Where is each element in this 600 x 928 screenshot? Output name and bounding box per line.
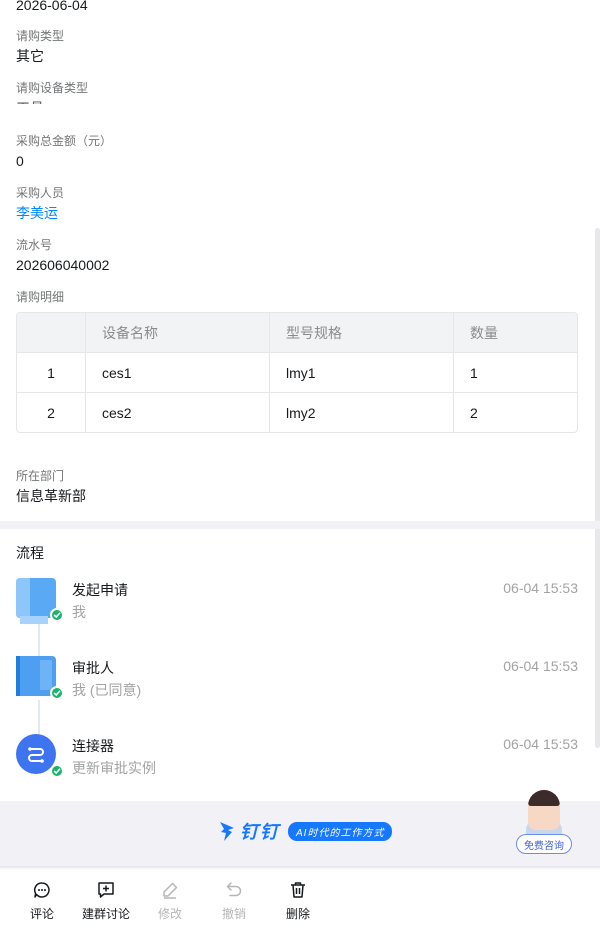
row-device-name: ces1 [85,353,269,392]
department-value: 信息革新部 [16,488,86,504]
table-row: 1 ces1 lmy1 1 [17,352,577,392]
flow-node-time: 06-04 15:53 [503,736,578,752]
device-type-field: 请购设备类型 工具 [16,80,88,104]
check-icon [50,764,64,778]
total-amount-value: 0 [16,153,24,169]
group-chat-button[interactable]: 建群讨论 [76,881,136,922]
flow-connector [38,700,40,734]
comment-label: 评论 [29,907,54,921]
flow-node-time: 06-04 15:53 [503,580,578,596]
serial-no-label: 流水号 [16,238,53,252]
serial-no-value: 202606040002 [16,257,110,273]
flow-node-connector: 连接器 更新审批实例 06-04 15:53 [16,734,578,778]
department-label: 所在部门 [16,469,65,483]
row-device-name: ces2 [85,393,269,432]
flow-node-title: 连接器 [72,738,114,754]
flow-node-initiate: 发起申请 我 06-04 15:53 [16,578,578,624]
flow-title: 流程 [16,545,44,561]
check-icon [50,686,64,700]
undo-label: 撤销 [221,907,246,921]
delete-label: 删除 [285,907,310,921]
table-row: 2 ces2 lmy2 2 [17,392,577,432]
check-icon [50,608,64,622]
flow-node-time: 06-04 15:53 [503,658,578,674]
device-type-label: 请购设备类型 [16,81,89,95]
detail-label: 请购明细 [16,290,65,304]
brand-name: 钉钉 [240,822,280,842]
flow-node-subtitle: 我 [72,604,86,620]
flow-node-subtitle: 更新审批实例 [72,760,156,776]
group-chat-label: 建群讨论 [81,907,130,921]
serial-no-field: 流水号 202606040002 [16,237,109,275]
purchaser-label: 采购人员 [16,186,65,200]
detail-label-field: 请购明细 [16,289,64,305]
detail-table: 设备名称 型号规格 数量 1 ces1 lmy1 1 2 ces2 lmy2 2 [16,312,578,433]
header-index [17,313,85,352]
flow-node-subtitle: 我 (已同意) [72,682,142,698]
total-amount-field: 采购总金额（元） 0 [16,133,112,171]
edit-icon [163,882,178,899]
row-index: 2 [47,404,55,421]
assistant-avatar [528,790,560,830]
free-consult-widget[interactable]: 免费咨询 [516,790,572,856]
edit-button[interactable]: 修改 [140,881,200,922]
undo-icon [226,882,242,897]
department-field: 所在部门 信息革新部 [16,468,86,506]
purchase-type-label: 请购类型 [16,29,65,43]
purchase-type-field: 请购类型 其它 [16,28,64,66]
flow-node-approver: 审批人 我 (已同意) 06-04 15:53 [16,656,578,700]
header-quantity: 数量 [453,313,577,352]
total-amount-label: 采购总金额（元） [16,134,113,148]
header-device-name: 设备名称 [85,313,269,352]
section-divider [0,521,600,529]
comment-icon [33,882,50,898]
purchaser-field: 采购人员 李美运 [16,185,64,223]
row-model: lmy2 [269,393,453,432]
undo-button[interactable]: 撤销 [204,881,264,922]
flow-connector [38,622,40,656]
row-index: 1 [47,364,55,381]
purchase-type-value: 其它 [16,48,44,64]
date-field: 2026-06-04 [16,0,88,15]
row-model: lmy1 [269,353,453,392]
connector-icon [16,734,64,778]
date-value: 2026-06-04 [16,0,88,13]
dingtalk-logo-icon [220,822,234,841]
purchaser-link[interactable]: 李美运 [16,203,64,223]
trash-icon [291,882,305,898]
row-quantity: 2 [453,393,577,432]
brand-slogan: AI时代的工作方式 [288,821,393,841]
avatar [16,656,64,700]
edit-label: 修改 [157,907,182,921]
avatar [16,578,64,624]
flow-node-title: 发起申请 [72,582,128,598]
header-model: 型号规格 [269,313,453,352]
flow-node-title: 审批人 [72,660,114,676]
scrollbar[interactable] [595,228,600,748]
brand-banner: 钉钉 AI时代的工作方式 [0,801,600,867]
row-quantity: 1 [453,353,577,392]
dingtalk-logo: 钉钉 AI时代的工作方式 [218,818,393,844]
group-chat-icon [98,882,114,898]
table-header-row: 设备名称 型号规格 数量 [17,313,577,352]
free-consult-button[interactable]: 免费咨询 [516,834,572,854]
comment-button[interactable]: 评论 [12,881,72,922]
device-type-value: 工具 [16,98,88,104]
delete-button[interactable]: 删除 [268,881,328,922]
bottom-action-bar: 评论 建群讨论 修改 撤销 删除 [0,870,600,928]
